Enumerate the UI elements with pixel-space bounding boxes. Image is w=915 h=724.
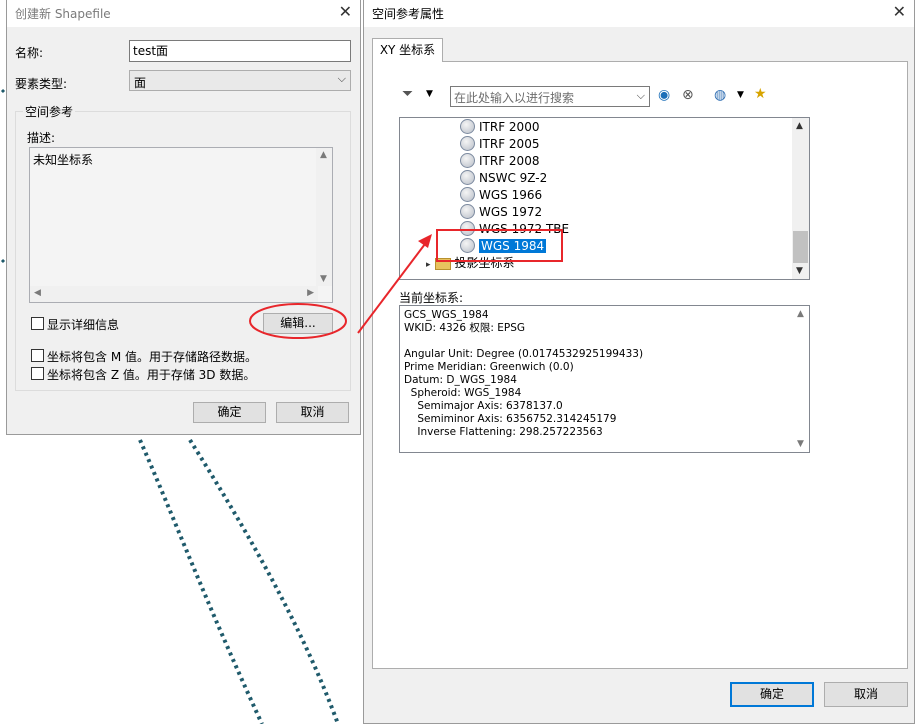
tree-item[interactable]: NSWC 9Z-2 xyxy=(460,170,547,187)
cs-line: Inverse Flattening: 298.257223563 xyxy=(404,426,603,438)
right-dialog-title: 空间参考属性 xyxy=(372,7,445,21)
feature-type-select[interactable]: 面 ⌵ xyxy=(129,70,351,91)
tree-item-label: WGS 1972 TBE xyxy=(479,222,570,236)
globe-dropdown-icon[interactable]: ▼ xyxy=(737,90,744,100)
description-text: 未知坐标系 xyxy=(33,153,94,167)
tree-item[interactable]: WGS 1966 xyxy=(460,187,542,204)
current-cs-details: GCS_WGS_1984 WKID: 4326 权限: EPSG Angular… xyxy=(399,305,810,453)
expand-icon[interactable]: ▸ xyxy=(426,260,431,270)
name-label: 名称: xyxy=(15,46,44,60)
cs-line: Angular Unit: Degree (0.0174532925199433… xyxy=(404,348,644,360)
show-details-label: 显示详细信息 xyxy=(47,318,120,332)
feature-type-label: 要素类型: xyxy=(15,77,68,91)
tab-xy-coordinate-system[interactable]: XY 坐标系 xyxy=(372,38,443,62)
globe-icon xyxy=(460,136,475,151)
show-details-checkbox[interactable] xyxy=(31,317,44,330)
tree-folder-label: 投影坐标系 xyxy=(454,256,515,270)
details-vscrollbar[interactable]: ▲ ▼ xyxy=(793,306,809,452)
folder-icon xyxy=(434,257,451,270)
scroll-up-icon[interactable]: ▲ xyxy=(797,309,804,319)
globe-icon xyxy=(460,238,475,253)
description-textbox[interactable]: 未知坐标系 ▲ ▼ ◀ ▶ xyxy=(29,147,333,303)
feature-type-value: 面 xyxy=(134,76,147,90)
description-label: 描述: xyxy=(27,131,56,145)
filter-icon[interactable]: ⏷ xyxy=(402,86,413,102)
tree-item[interactable]: WGS 1972 TBE xyxy=(460,221,569,238)
description-hscrollbar[interactable]: ◀ ▶ xyxy=(30,286,318,302)
search-icon[interactable]: ◉ xyxy=(658,87,670,103)
scroll-up-icon[interactable]: ▲ xyxy=(796,121,803,131)
cs-line: Semimajor Axis: 6378137.0 xyxy=(404,400,563,412)
z-values-checkbox[interactable] xyxy=(31,367,44,380)
create-shapefile-dialog: 创建新 Shapefile ✕ 名称: test面 要素类型: 面 ⌵ 空间参考… xyxy=(6,0,361,435)
globe-icon xyxy=(460,187,475,202)
left-titlebar: 创建新 Shapefile ✕ xyxy=(7,0,360,27)
scroll-thumb[interactable] xyxy=(793,231,808,263)
tree-item[interactable]: ITRF 2005 xyxy=(460,136,539,153)
filter-dropdown-icon[interactable]: ▼ xyxy=(426,89,433,99)
tree-vscrollbar[interactable]: ▲ ▼ xyxy=(792,118,809,279)
tree-item-label: ITRF 2000 xyxy=(479,120,540,134)
right-cancel-button[interactable]: 取消 xyxy=(824,682,908,707)
tree-item[interactable]: ITRF 2000 xyxy=(460,119,539,136)
right-ok-button[interactable]: 确定 xyxy=(730,682,814,707)
left-dialog-title: 创建新 Shapefile xyxy=(15,7,111,21)
tree-item[interactable]: WGS 1972 xyxy=(460,204,542,221)
globe-icon xyxy=(460,204,475,219)
tree-item[interactable]: ITRF 2008 xyxy=(460,153,539,170)
m-values-checkbox[interactable] xyxy=(31,349,44,362)
tree-item-selected[interactable]: WGS 1984 xyxy=(460,238,547,255)
m-values-label: 坐标将包含 M 值。用于存储路径数据。 xyxy=(47,350,257,364)
right-titlebar: 空间参考属性 ✕ xyxy=(364,0,914,27)
name-input[interactable]: test面 xyxy=(129,40,351,62)
scroll-right-icon[interactable]: ▶ xyxy=(307,288,314,298)
edit-button[interactable]: 编辑... xyxy=(263,313,333,334)
left-cancel-button[interactable]: 取消 xyxy=(276,402,349,423)
spatial-reference-properties-dialog: 空间参考属性 ✕ XY 坐标系 ⏷ ▼ 在此处输入以进行搜索 ⌵ ◉ ⊗ ◍ ▼… xyxy=(363,0,915,724)
cs-line: Spheroid: WGS_1984 xyxy=(404,387,522,399)
cs-line: Prime Meridian: Greenwich (0.0) xyxy=(404,361,574,373)
clear-search-icon[interactable]: ⊗ xyxy=(682,87,694,103)
tree-item-label: NSWC 9Z-2 xyxy=(479,171,548,185)
globe-icon xyxy=(460,221,475,236)
search-input[interactable]: 在此处输入以进行搜索 ⌵ xyxy=(450,86,650,107)
coordinate-system-tree[interactable]: ITRF 2000 ITRF 2005 ITRF 2008 NSWC 9Z-2 … xyxy=(399,117,810,280)
spatial-reference-title: 空间参考 xyxy=(23,103,76,120)
scroll-down-icon[interactable]: ▼ xyxy=(797,439,804,449)
tree-item-label: WGS 1984 xyxy=(479,239,547,253)
globe-icon xyxy=(460,153,475,168)
left-ok-button[interactable]: 确定 xyxy=(193,402,266,423)
globe-icon[interactable]: ◍ xyxy=(714,87,726,103)
tree-item-label: ITRF 2005 xyxy=(479,137,540,151)
scroll-up-icon[interactable]: ▲ xyxy=(320,150,327,160)
globe-icon xyxy=(460,170,475,185)
chevron-down-icon: ⌵ xyxy=(337,72,346,85)
globe-icon xyxy=(460,119,475,134)
tree-item-label: WGS 1972 xyxy=(479,205,543,219)
favorite-star-icon[interactable]: ★ xyxy=(754,86,767,102)
description-vscrollbar[interactable]: ▲ ▼ xyxy=(316,148,332,286)
search-dropdown-icon[interactable]: ⌵ xyxy=(637,89,645,103)
cs-line: Datum: D_WGS_1984 xyxy=(404,374,517,386)
z-values-label: 坐标将包含 Z 值。用于存储 3D 数据。 xyxy=(47,368,256,382)
tree-folder-projected[interactable]: ▸ 投影坐标系 xyxy=(426,255,515,272)
current-cs-label: 当前坐标系: xyxy=(399,291,464,305)
scroll-down-icon[interactable]: ▼ xyxy=(320,274,327,284)
cs-line: Semiminor Axis: 6356752.314245179 xyxy=(404,413,617,425)
left-close-icon[interactable]: ✕ xyxy=(339,2,352,21)
scroll-left-icon[interactable]: ◀ xyxy=(34,288,41,298)
scroll-down-icon[interactable]: ▼ xyxy=(796,266,803,276)
tree-item-label: WGS 1966 xyxy=(479,188,543,202)
search-placeholder: 在此处输入以进行搜索 xyxy=(454,91,575,105)
cs-line: WKID: 4326 权限: EPSG xyxy=(404,322,526,334)
tree-item-label: ITRF 2008 xyxy=(479,154,540,168)
cs-line: GCS_WGS_1984 xyxy=(404,309,489,321)
right-close-icon[interactable]: ✕ xyxy=(893,2,906,21)
